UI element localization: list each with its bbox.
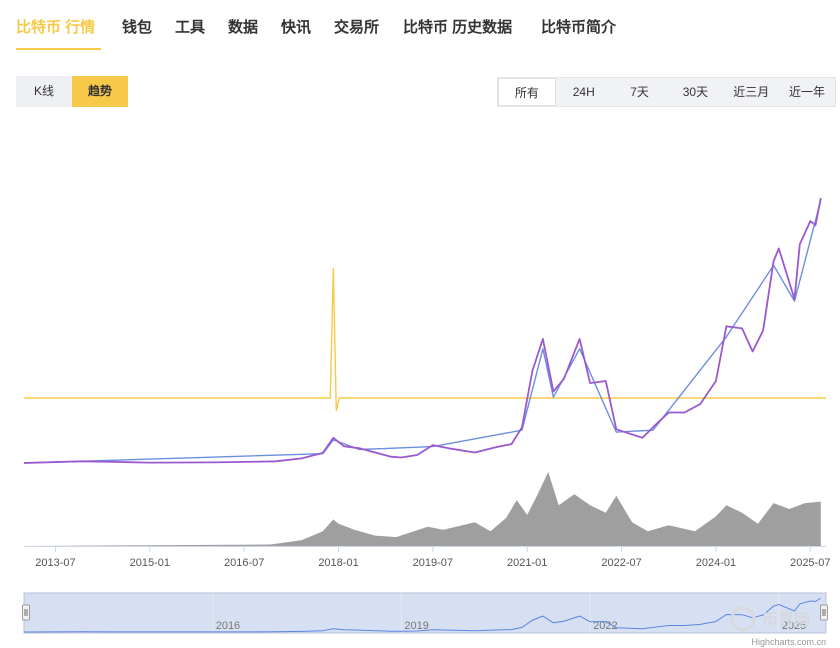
x-tick-label: 2013-07 <box>35 557 75 569</box>
price-secondary-line <box>23 199 822 464</box>
x-tick-label: 2019-07 <box>413 557 453 569</box>
navigator[interactable]: 2016 2019 2022 2025 <box>22 592 828 634</box>
x-tick-label: 2018-01 <box>318 557 358 569</box>
x-tick-label: 2024-01 <box>696 557 736 569</box>
price-lines-group <box>23 197 826 464</box>
price-trend-chart: 2013-07 2015-01 2016-07 2018-01 2019-07 2021-… <box>22 197 830 647</box>
volume-area <box>24 472 821 546</box>
navigator-left-handle[interactable] <box>22 604 30 621</box>
chart-credit[interactable]: Highcharts.com.cn <box>751 637 826 647</box>
x-tick-label: 2016-07 <box>224 557 264 569</box>
watermark-text: 币界网 <box>762 611 810 629</box>
x-axis: 2013-07 2015-01 2016-07 2018-01 2019-07 2021-… <box>24 546 830 569</box>
navigator-right-handle[interactable] <box>820 604 828 621</box>
x-tick-label: 2015-01 <box>130 557 170 569</box>
x-tick-label: 2025-07 <box>790 557 830 569</box>
x-tick-label: 2021-01 <box>507 557 547 569</box>
x-tick-label: 2022-07 <box>601 557 641 569</box>
price-primary-line <box>23 197 822 464</box>
navigator-tick-label: 2016 <box>216 620 240 632</box>
volume-area-group <box>24 472 821 546</box>
indicator-line <box>24 267 826 412</box>
